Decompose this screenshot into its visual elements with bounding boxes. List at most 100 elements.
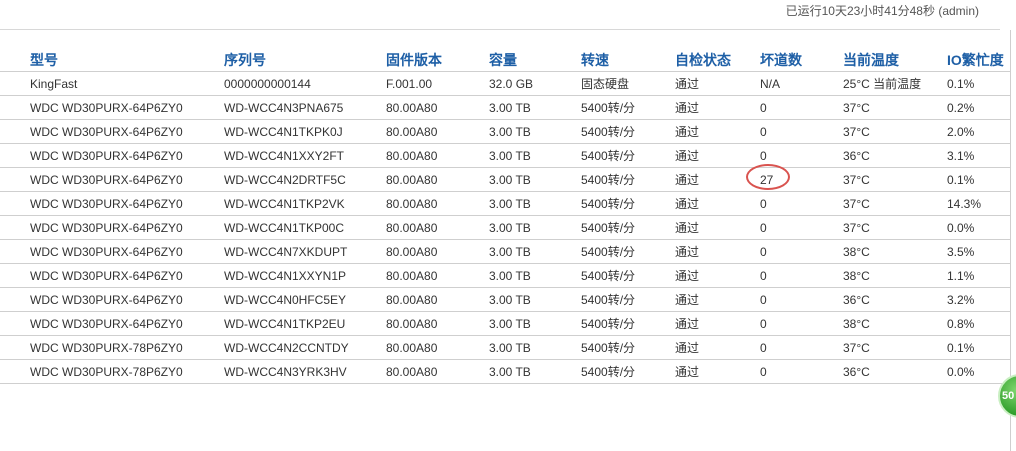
table-row[interactable]: WDC WD30PURX-78P6ZY0 WD-WCC4N3YRK3HV 80.00…	[0, 359, 1010, 384]
table-row[interactable]: WDC WD30PURX-64P6ZY0 WD-WCC4N3PNA675 80.00…	[0, 95, 1010, 120]
cell-serial: WD-WCC4N1TKP00C	[224, 215, 386, 240]
cell-bad-sectors: 0	[760, 239, 843, 264]
cell-bad-sectors: 0	[760, 215, 843, 240]
cell-bad-sectors: 0	[760, 263, 843, 288]
cell-io-busy: 0.1%	[947, 167, 1010, 192]
col-header-io-busy[interactable]: IO繁忙度	[947, 48, 1010, 72]
cell-model: WDC WD30PURX-64P6ZY0	[0, 167, 224, 192]
cell-selftest: 通过	[675, 359, 760, 384]
cell-firmware: 80.00A80	[386, 335, 489, 360]
bad-sector-value: 27	[760, 172, 774, 187]
cell-selftest: 通过	[675, 263, 760, 288]
uptime-status: 已运行10天23小时41分48秒 (admin)	[785, 4, 979, 18]
col-header-serial[interactable]: 序列号	[224, 48, 386, 72]
table-row[interactable]: WDC WD30PURX-64P6ZY0 WD-WCC4N1TKPK0J 80.00…	[0, 119, 1010, 144]
table-row[interactable]: WDC WD30PURX-78P6ZY0 WD-WCC4N2CCNTDY 80.00…	[0, 335, 1010, 360]
cell-speed: 5400转/分	[581, 239, 675, 264]
cell-capacity: 3.00 TB	[489, 263, 581, 288]
cell-model: WDC WD30PURX-64P6ZY0	[0, 215, 224, 240]
cell-firmware: 80.00A80	[386, 167, 489, 192]
cell-temperature: 38°C	[843, 263, 947, 288]
cell-io-busy: 3.1%	[947, 143, 1010, 168]
cell-selftest: 通过	[675, 239, 760, 264]
cell-selftest: 通过	[675, 71, 760, 96]
cell-io-busy: 0.8%	[947, 311, 1010, 336]
cell-bad-sectors: 0	[760, 95, 843, 120]
cell-model: WDC WD30PURX-64P6ZY0	[0, 143, 224, 168]
col-header-speed[interactable]: 转速	[581, 48, 675, 72]
table-row[interactable]: KingFast 0000000000144 F.001.00 32.0 GB 固态硬盘…	[0, 71, 1010, 96]
cell-capacity: 3.00 TB	[489, 143, 581, 168]
disk-table-body: KingFast 0000000000144 F.001.00 32.0 GB 固态硬盘…	[0, 71, 1010, 384]
cell-model: WDC WD30PURX-64P6ZY0	[0, 95, 224, 120]
cell-serial: 0000000000144	[224, 71, 386, 96]
cell-bad-sectors: N/A	[760, 71, 843, 96]
cell-io-busy: 14.3%	[947, 191, 1010, 216]
col-header-selftest[interactable]: 自检状态	[675, 48, 760, 72]
cell-temperature: 25°C 当前温度	[843, 71, 947, 96]
cell-firmware: 80.00A80	[386, 311, 489, 336]
cell-selftest: 通过	[675, 215, 760, 240]
header-divider	[0, 29, 1000, 30]
cell-io-busy: 0.1%	[947, 335, 1010, 360]
cell-firmware: 80.00A80	[386, 191, 489, 216]
cell-bad-sectors: 0	[760, 311, 843, 336]
cell-io-busy: 0.1%	[947, 71, 1010, 96]
cell-capacity: 3.00 TB	[489, 287, 581, 312]
cell-selftest: 通过	[675, 95, 760, 120]
cell-bad-sectors: 0	[760, 335, 843, 360]
cell-firmware: 80.00A80	[386, 95, 489, 120]
cell-serial: WD-WCC4N1TKP2VK	[224, 191, 386, 216]
col-header-capacity[interactable]: 容量	[489, 48, 581, 72]
cell-io-busy: 3.2%	[947, 287, 1010, 312]
cell-io-busy: 0.0%	[947, 359, 1010, 384]
cell-serial: WD-WCC4N1TKP2EU	[224, 311, 386, 336]
cell-serial: WD-WCC4N2DRTF5C	[224, 167, 386, 192]
cell-temperature: 37°C	[843, 119, 947, 144]
cell-capacity: 3.00 TB	[489, 311, 581, 336]
col-header-bad-sectors[interactable]: 坏道数	[760, 48, 843, 72]
cell-model: WDC WD30PURX-78P6ZY0	[0, 335, 224, 360]
cell-speed: 5400转/分	[581, 287, 675, 312]
cell-firmware: 80.00A80	[386, 359, 489, 384]
cell-bad-sectors: 0	[760, 119, 843, 144]
cell-speed: 5400转/分	[581, 143, 675, 168]
table-row[interactable]: WDC WD30PURX-64P6ZY0 WD-WCC4N1XXY2FT 80.00…	[0, 143, 1010, 168]
cell-capacity: 3.00 TB	[489, 167, 581, 192]
table-row[interactable]: WDC WD30PURX-64P6ZY0 WD-WCC4N1TKP00C 80.00…	[0, 215, 1010, 240]
cell-firmware: F.001.00	[386, 71, 489, 96]
table-row[interactable]: WDC WD30PURX-64P6ZY0 WD-WCC4N0HFC5EY 80.00…	[0, 287, 1010, 312]
cell-firmware: 80.00A80	[386, 287, 489, 312]
cell-temperature: 38°C	[843, 311, 947, 336]
cell-bad-sectors: 0	[760, 287, 843, 312]
cell-speed: 5400转/分	[581, 359, 675, 384]
cell-serial: WD-WCC4N7XKDUPT	[224, 239, 386, 264]
table-row[interactable]: WDC WD30PURX-64P6ZY0 WD-WCC4N7XKDUPT 80.00…	[0, 239, 1010, 264]
cell-temperature: 37°C	[843, 215, 947, 240]
cell-capacity: 3.00 TB	[489, 359, 581, 384]
cell-capacity: 3.00 TB	[489, 335, 581, 360]
table-row[interactable]: WDC WD30PURX-64P6ZY0 WD-WCC4N1TKP2EU 80.00…	[0, 311, 1010, 336]
cell-temperature: 37°C	[843, 167, 947, 192]
disk-table: 型号 序列号 固件版本 容量 转速 自检状态 坏道数 当前温度 IO繁忙度 Ki…	[0, 48, 1010, 384]
cell-firmware: 80.00A80	[386, 119, 489, 144]
cell-model: WDC WD30PURX-64P6ZY0	[0, 287, 224, 312]
cell-firmware: 80.00A80	[386, 215, 489, 240]
cell-serial: WD-WCC4N1XXY2FT	[224, 143, 386, 168]
table-header-row: 型号 序列号 固件版本 容量 转速 自检状态 坏道数 当前温度 IO繁忙度	[0, 48, 1010, 72]
cell-selftest: 通过	[675, 119, 760, 144]
col-header-firmware[interactable]: 固件版本	[386, 48, 489, 72]
cell-capacity: 3.00 TB	[489, 239, 581, 264]
cell-capacity: 32.0 GB	[489, 71, 581, 96]
cell-serial: WD-WCC4N2CCNTDY	[224, 335, 386, 360]
cell-io-busy: 0.2%	[947, 95, 1010, 120]
table-row[interactable]: WDC WD30PURX-64P6ZY0 WD-WCC4N2DRTF5C 80.00…	[0, 164, 1010, 192]
col-header-model[interactable]: 型号	[0, 48, 224, 72]
table-row[interactable]: WDC WD30PURX-64P6ZY0 WD-WCC4N1TKP2VK 80.00…	[0, 191, 1010, 216]
cell-io-busy: 0.0%	[947, 215, 1010, 240]
cell-selftest: 通过	[675, 287, 760, 312]
col-header-temperature[interactable]: 当前温度	[843, 48, 947, 72]
cell-selftest: 通过	[675, 191, 760, 216]
cell-speed: 5400转/分	[581, 215, 675, 240]
table-row[interactable]: WDC WD30PURX-64P6ZY0 WD-WCC4N1XXYN1P 80.00…	[0, 263, 1010, 288]
